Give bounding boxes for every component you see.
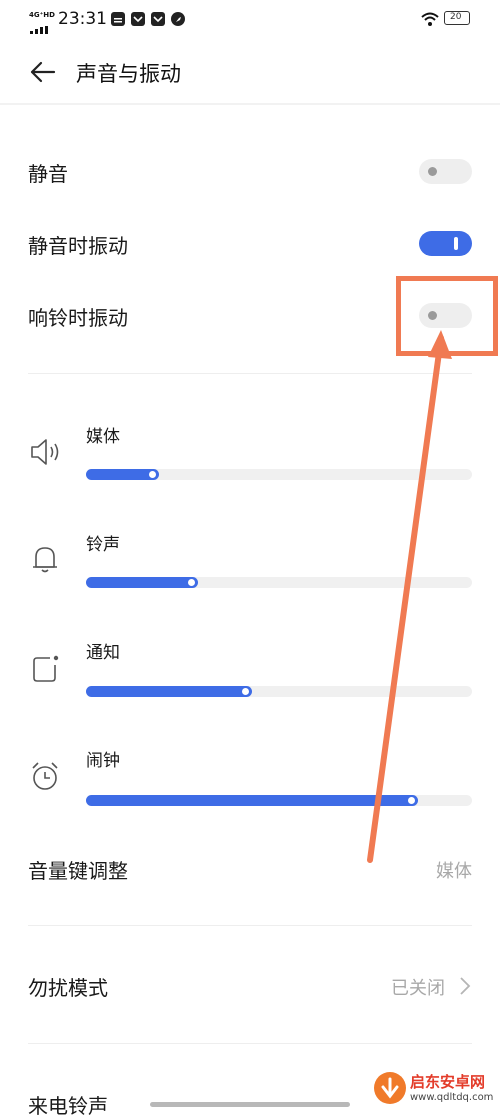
app-header: 声音与振动 [0, 40, 500, 104]
volume-label-ringtone: 铃声 [86, 535, 120, 555]
alarm-clock-icon [28, 759, 62, 793]
mute-toggle[interactable] [419, 159, 472, 184]
slider-thumb[interactable] [241, 688, 249, 695]
dnd-row[interactable]: 勿扰模式 已关闭 [0, 962, 500, 1010]
wifi-icon [420, 11, 440, 27]
vibrate-silent-toggle[interactable] [419, 231, 472, 256]
toggle-row-label: 静音 [28, 162, 68, 186]
volume-label-alarm: 闹钟 [86, 751, 120, 771]
section-divider [28, 925, 472, 926]
slider-fill [86, 795, 418, 806]
watermark-url: www.qdltdq.com [410, 1092, 494, 1103]
toggle-row-label: 响铃时振动 [28, 306, 128, 330]
volume-label-media: 媒体 [86, 427, 120, 447]
signal-icon [30, 19, 50, 34]
annotation-highlight-box [396, 276, 498, 356]
alarm-volume-slider[interactable] [86, 795, 472, 806]
dnd-value: 已关闭 [391, 978, 445, 999]
dnd-label: 勿扰模式 [28, 976, 108, 1000]
back-arrow-icon[interactable] [28, 58, 58, 86]
bell-icon [28, 542, 62, 576]
toggle-row-label: 静音时振动 [28, 234, 128, 258]
media-volume-slider[interactable] [86, 469, 472, 480]
battery-level: 20 [450, 12, 462, 22]
notification-icon [28, 652, 62, 686]
watermark-text: 启东安卓网 [410, 1073, 486, 1091]
sim-card-icon [111, 12, 125, 26]
notification-volume-slider[interactable] [86, 686, 472, 697]
watermark: 启东安卓网 www.qdltdq.com [370, 1068, 500, 1111]
toggle-row-vibrate-silent[interactable]: 静音时振动 [0, 220, 500, 268]
slider-fill [86, 577, 198, 588]
volume-key-value: 媒体 [436, 861, 472, 882]
ringtone-label: 来电铃声 [28, 1094, 108, 1118]
section-divider [28, 1043, 472, 1044]
volume-key-row[interactable]: 音量键调整 媒体 [0, 845, 500, 893]
status-time: 23:31 [58, 9, 107, 29]
mail-icon [131, 12, 145, 26]
page-title: 声音与振动 [76, 62, 181, 86]
compass-icon [171, 12, 185, 26]
slider-thumb[interactable] [407, 797, 415, 804]
volume-key-label: 音量键调整 [28, 859, 128, 883]
mail-icon [151, 12, 165, 26]
slider-thumb[interactable] [187, 579, 195, 586]
ringtone-volume-slider[interactable] [86, 577, 472, 588]
speaker-icon [28, 435, 62, 469]
section-divider [28, 373, 472, 374]
chevron-right-icon [458, 976, 472, 996]
status-bar: 4G⁺HD 23:31 20 [0, 0, 500, 40]
slider-fill [86, 686, 252, 697]
toggle-row-mute[interactable]: 静音 [0, 148, 500, 196]
home-indicator[interactable] [150, 1102, 350, 1107]
battery-icon: 20 [444, 11, 470, 25]
network-indicator: 4G⁺HD [29, 11, 55, 19]
slider-fill [86, 469, 160, 480]
header-divider [0, 103, 500, 105]
watermark-logo-icon [374, 1072, 406, 1104]
volume-label-notification: 通知 [86, 643, 120, 663]
